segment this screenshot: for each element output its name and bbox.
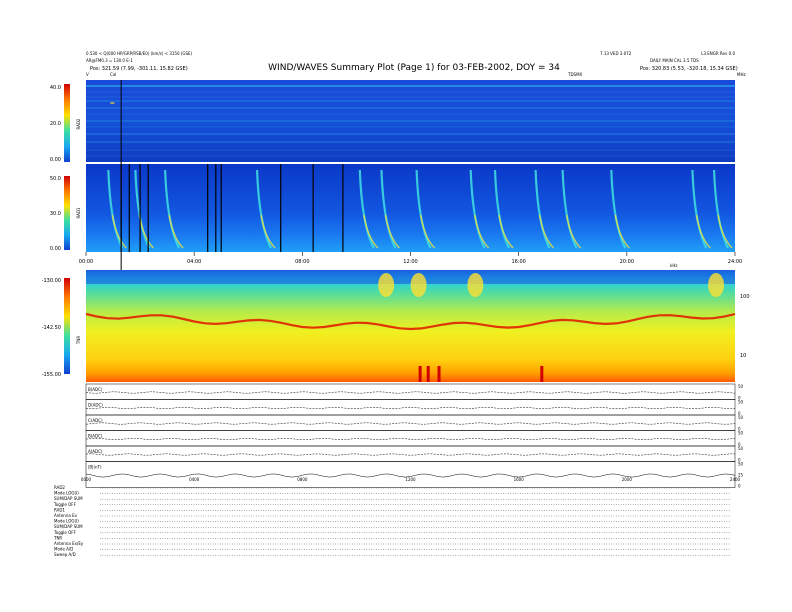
- footer-line: Sweep A/D: [54, 552, 76, 557]
- footer-line: Toggle OFF: [53, 502, 77, 507]
- rad1-label: RAD1: [76, 207, 81, 218]
- tnr-freq-label: kHz: [670, 263, 677, 268]
- lineplot-frame: [85, 414, 736, 431]
- rad1-xtick-label: 08:00: [295, 259, 309, 265]
- footer-line: RAD2: [54, 485, 65, 490]
- lineplot-xtick-label: 2400: [730, 477, 741, 482]
- footer-line: SUM/DAP SUM: [54, 496, 83, 501]
- tds-label: TDSMX: [567, 72, 583, 77]
- rad1-spectrogram: [86, 164, 735, 252]
- tnr-right-tick-10: 10: [740, 353, 746, 359]
- rad2-label: RAD2: [76, 118, 81, 129]
- lineplot-label: D(ADC): [88, 403, 103, 408]
- lineplot-right-tick: 50: [738, 400, 744, 405]
- line-plots-time-axis: 0000 0400 0800 1200 1600 2000 2400: [81, 477, 741, 482]
- tnr-spike: [437, 366, 441, 382]
- cal-label: Cal: [110, 72, 116, 77]
- lineplot-xtick-label: 0400: [189, 477, 200, 482]
- tnr-burst: [378, 273, 395, 297]
- tnr-right-tick-100: 100: [740, 294, 750, 300]
- footer-line: RAD1: [54, 507, 65, 512]
- tnr-spike: [426, 366, 430, 382]
- header-pos-right: Pos: 320.83 (5.53, -320.18, 15.34 GSE): [640, 66, 738, 72]
- lineplot-trace: [85, 453, 735, 456]
- lineplot-xtick-label: 1200: [405, 477, 416, 482]
- footer-line: Mode A/D: [54, 547, 73, 552]
- footer-line: Mode LOG(I): [54, 491, 79, 496]
- tnr-spike: [418, 366, 422, 382]
- lineplot-right-tick: 50: [738, 415, 744, 420]
- tnr-ytick-mid: -142.50: [42, 325, 61, 331]
- lineplot-label: B(ADC): [88, 387, 103, 392]
- lineplot-trace: [85, 438, 736, 440]
- plot-title: WIND/WAVES Summary Plot (Page 1) for 03-…: [268, 63, 560, 73]
- tnr-spectrogram: [86, 270, 735, 382]
- lineplot-label: B(ADC): [88, 434, 103, 439]
- footer-line: Antenna Ex: [54, 513, 78, 518]
- lineplot-frame: [85, 383, 736, 400]
- rad1-time-axis: 00:00 04:00 08:00 12:00 16:00 20:00 24:00: [79, 252, 742, 265]
- header-pos-left: Pos: 321.59 (7.99, -301.11, 15.82 GSE): [90, 66, 188, 72]
- rad2-colorbar: [64, 84, 70, 162]
- lineplot-label: A(ADC): [88, 449, 103, 454]
- footer-line: Antenna Ex/Ey: [54, 541, 84, 546]
- wind-waves-summary-plot: 0.530 < Q(000 HP/GRP/RSB/E0) (km/s) < 31…: [42, 51, 750, 557]
- lineplot-xtick-label: 2000: [622, 477, 633, 482]
- lineplot-right-tick: 50: [738, 462, 744, 467]
- header-right-line3: DAILY MAIN CAL 3.5 TDS: [650, 58, 699, 63]
- lineplot-frame: [85, 430, 736, 447]
- lineplot-right-tick: 0: [738, 484, 741, 489]
- footer-settings: RAD2Mode LOG(I)SUM/DAP SUMToggle OFFRAD1…: [53, 485, 730, 557]
- tnr-ytick-bottom: -155.00: [42, 372, 61, 378]
- spike-label: V: [86, 72, 89, 77]
- tnr-burst: [708, 273, 725, 297]
- header-left-line1: 0.530 < Q(000 HP/GRP/RSB/E0) (km/s) < 31…: [86, 51, 193, 56]
- header-right-line1: 7.13 VED 3.072: [600, 51, 632, 56]
- rad1-ytick-top: 50.0: [50, 176, 61, 182]
- rad2-ytick-mid: 20.0: [50, 121, 61, 127]
- lineplot-trace: [85, 407, 736, 409]
- lineplot-trace: [85, 391, 736, 394]
- header-left-line2: AR@FM0.3 = 130.0 E-1: [86, 58, 133, 63]
- footer-line: SUM/DAP SUM: [54, 524, 83, 529]
- tnr-ytick-top: -130.00: [42, 278, 61, 284]
- rad1-xtick-label: 00:00: [79, 259, 93, 265]
- tnr-burst: [467, 273, 484, 297]
- lineplot-label: C(ADC): [88, 418, 103, 423]
- rad1-xtick-label: 12:00: [403, 259, 417, 265]
- lineplot-xtick-label: 1600: [514, 477, 525, 482]
- tnr-burst: [410, 273, 427, 297]
- header-right-line2: L3 ENGR Rev 0.0: [701, 51, 735, 56]
- rad1-ytick-mid: 30.0: [50, 211, 61, 217]
- footer-line: Toggle OFF: [53, 530, 77, 535]
- lineplot-right-tick: 50: [738, 384, 744, 389]
- lineplot-xtick-label: 0800: [297, 477, 308, 482]
- rad1-xtick-label: 16:00: [511, 259, 525, 265]
- tnr-colorbar: [64, 278, 70, 374]
- footer-line: TNR: [53, 535, 62, 540]
- lineplot-xtick-label: 0000: [81, 477, 92, 482]
- lineplot-right-tick: 50: [738, 446, 744, 451]
- rad1-xtick-label: 04:00: [187, 259, 201, 265]
- lineplot-trace: [85, 422, 736, 425]
- lineplot-label: |B|(nT): [88, 465, 102, 470]
- rad1-colorbar: [64, 176, 70, 250]
- rad2-ytick-bottom: 0.00: [50, 157, 61, 163]
- rad1-xtick-label: 24:00: [728, 259, 742, 265]
- lineplot-frame: [85, 445, 736, 462]
- rad1-ytick-bottom: 0.00: [50, 246, 61, 252]
- rad2-units-label: MHz: [737, 72, 746, 77]
- rad1-xtick-label: 20:00: [620, 259, 634, 265]
- tnr-label: TNR: [76, 336, 81, 345]
- tnr-spike: [540, 366, 544, 382]
- lineplot-frame: [85, 461, 736, 488]
- rad2-ytick-top: 40.0: [50, 85, 61, 91]
- line-plots: B(ADC)500D(ADC)500C(ADC)500B(ADC)500A(AD…: [85, 383, 744, 489]
- footer-line: Mode LOG(I): [54, 519, 79, 524]
- tnr-top-band: [86, 270, 735, 284]
- lineplot-right-tick: 50: [738, 431, 744, 436]
